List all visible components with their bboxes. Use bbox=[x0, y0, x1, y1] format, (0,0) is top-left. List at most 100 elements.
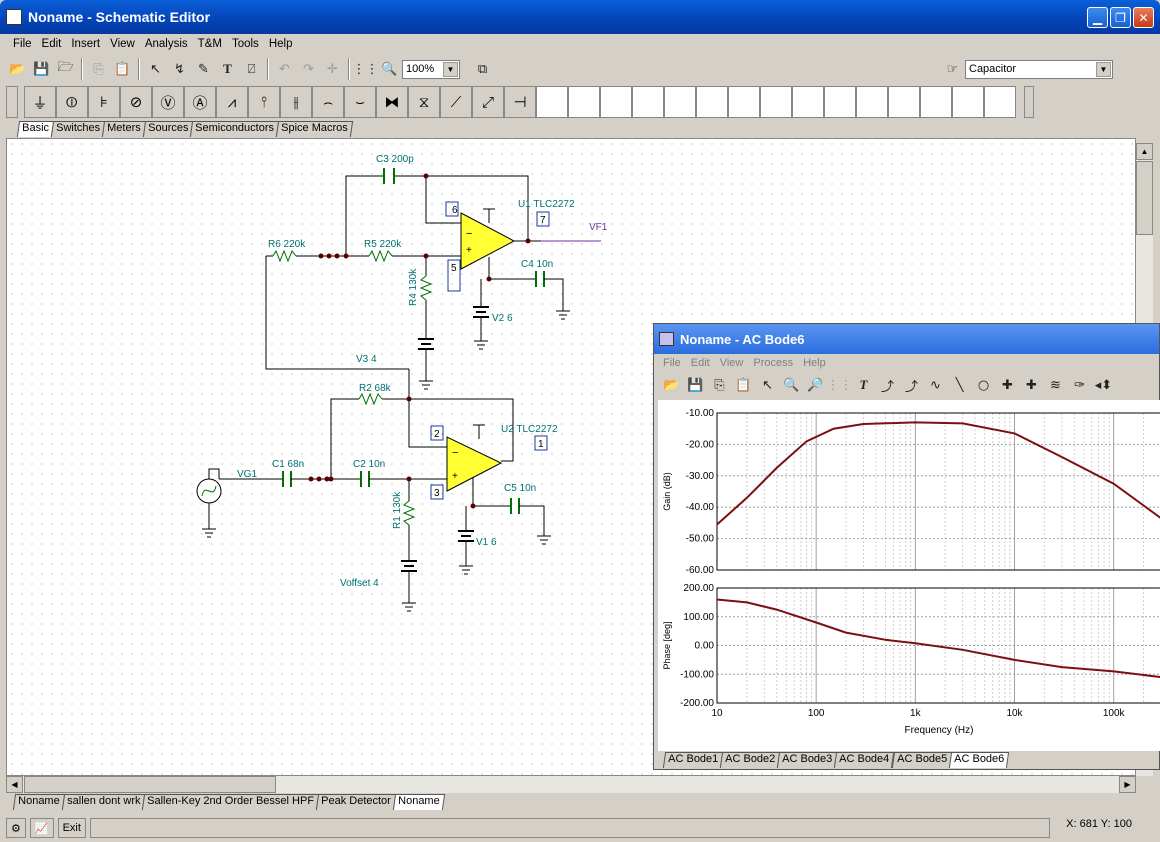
circle-icon[interactable]: ○ bbox=[972, 374, 995, 397]
curve1-icon[interactable]: ⤴ bbox=[876, 374, 899, 397]
bode-menu-help[interactable]: Help bbox=[798, 357, 831, 369]
tab-meters[interactable]: Meters bbox=[101, 121, 146, 137]
voltmeter-icon[interactable]: Ⓥ bbox=[152, 86, 184, 118]
text-icon[interactable]: T bbox=[852, 374, 875, 397]
transformer-icon[interactable]: ⧓ bbox=[376, 86, 408, 118]
bode-menu-view[interactable]: View bbox=[715, 357, 749, 369]
bode-window[interactable]: Noname - AC Bode6 File Edit View Process… bbox=[653, 323, 1160, 770]
copy-icon[interactable]: ⎘ bbox=[87, 58, 110, 81]
label-r5[interactable]: R5 220k bbox=[364, 239, 402, 250]
open-folder-icon[interactable]: 🗁 bbox=[54, 58, 77, 81]
zoom-in-icon[interactable]: 🔍 bbox=[780, 374, 803, 397]
tab-basic[interactable]: Basic bbox=[16, 121, 55, 137]
component-select[interactable]: Capacitor ▼ bbox=[965, 59, 1113, 79]
bode-menu-edit[interactable]: Edit bbox=[686, 357, 715, 369]
label-vf1[interactable]: VF1 bbox=[589, 222, 608, 233]
current-source-icon[interactable]: ⊘ bbox=[120, 86, 152, 118]
battery-icon[interactable]: ⊧ bbox=[88, 86, 120, 118]
analysis-icon[interactable]: ⚙ bbox=[6, 818, 26, 838]
scroll-left-arrow-icon[interactable]: ◀ bbox=[6, 776, 23, 793]
menu-insert[interactable]: Insert bbox=[66, 38, 105, 50]
ground-icon[interactable]: ⏚ bbox=[24, 86, 56, 118]
ammeter-icon[interactable]: Ⓐ bbox=[184, 86, 216, 118]
label-voffset[interactable]: Voffset 4 bbox=[340, 578, 379, 589]
label-r4[interactable]: R4 130k bbox=[408, 268, 419, 306]
wire-icon[interactable]: ↯ bbox=[168, 58, 191, 81]
redo-icon[interactable]: ↷ bbox=[297, 58, 320, 81]
open-icon[interactable]: 📂 bbox=[660, 374, 683, 397]
undo-icon[interactable]: ↶ bbox=[273, 58, 296, 81]
grid-icon[interactable]: ⋮⋮ bbox=[353, 58, 379, 81]
tab-sources[interactable]: Sources bbox=[142, 121, 194, 137]
line-icon[interactable]: ╲ bbox=[948, 374, 971, 397]
paste-icon[interactable]: 📋 bbox=[732, 374, 755, 397]
doc-tab-peak[interactable]: Peak Detector bbox=[315, 794, 396, 810]
select-arrow-icon[interactable]: ↖ bbox=[756, 374, 779, 397]
restore-button[interactable]: ❐ bbox=[1110, 7, 1131, 28]
select-arrow-icon[interactable]: ↖ bbox=[144, 58, 167, 81]
palette-scroll-left[interactable] bbox=[6, 86, 18, 118]
switch-icon[interactable]: ⟋ bbox=[440, 86, 472, 118]
curve-fx-icon[interactable]: ∿ bbox=[924, 374, 947, 397]
zoom-icon[interactable]: 🔍 bbox=[378, 58, 401, 81]
tab-semiconductors[interactable]: Semiconductors bbox=[189, 121, 279, 137]
paste-icon[interactable]: 📋 bbox=[111, 58, 134, 81]
label-c3[interactable]: C3 200p bbox=[376, 154, 414, 165]
scroll-right-arrow-icon[interactable]: ▶ bbox=[1119, 776, 1136, 793]
hand-pointer-icon[interactable]: ☞ bbox=[941, 58, 964, 81]
label-c4[interactable]: C4 10n bbox=[521, 259, 553, 270]
tab-ac-bode1[interactable]: AC Bode1 bbox=[662, 752, 724, 768]
label-vg1[interactable]: VG1 bbox=[237, 469, 257, 480]
component-wizard-icon[interactable]: ⧉ bbox=[471, 58, 494, 81]
scroll-up-arrow-icon[interactable]: ▲ bbox=[1136, 143, 1153, 160]
label-u1[interactable]: U1 TLC2272 bbox=[518, 199, 575, 210]
inductor-icon[interactable]: ⌢ bbox=[312, 86, 344, 118]
label-c1[interactable]: C1 68n bbox=[272, 459, 304, 470]
label-r6[interactable]: R6 220k bbox=[268, 239, 306, 250]
menu-tm[interactable]: T&M bbox=[193, 38, 227, 50]
tab-ac-bode4[interactable]: AC Bode4 bbox=[834, 752, 895, 768]
copy-icon[interactable]: ⎘ bbox=[708, 374, 731, 397]
bode-menu-process[interactable]: Process bbox=[748, 357, 798, 369]
resistor-icon[interactable]: ⩘ bbox=[216, 86, 248, 118]
palette-scroll-right[interactable] bbox=[1024, 86, 1034, 118]
menu-view[interactable]: View bbox=[105, 38, 140, 50]
tab-ac-bode2[interactable]: AC Bode2 bbox=[720, 752, 781, 768]
zoom-100-icon[interactable]: 🔎 bbox=[804, 374, 827, 397]
vertical-scroll-thumb[interactable] bbox=[1136, 161, 1153, 235]
exit-button[interactable]: Exit bbox=[57, 818, 86, 838]
probe-icon[interactable]: ✑ bbox=[1068, 374, 1091, 397]
potentiometer-icon[interactable]: ⫯ bbox=[248, 86, 280, 118]
save-icon[interactable]: 💾 bbox=[30, 58, 53, 81]
variable-inductor-icon[interactable]: ⌣ bbox=[344, 86, 376, 118]
label-c2[interactable]: C2 10n bbox=[353, 459, 385, 470]
label-u2[interactable]: U2 TLC2272 bbox=[501, 424, 558, 435]
cursor-b-icon[interactable]: ✚ bbox=[1020, 374, 1043, 397]
voltage-source-icon[interactable]: ⦶ bbox=[56, 86, 88, 118]
terminal-icon[interactable]: ⊣ bbox=[504, 86, 536, 118]
tab-spice-macros[interactable]: Spice Macros bbox=[275, 121, 353, 137]
chevron-down-icon[interactable]: ▼ bbox=[443, 61, 458, 77]
label-c5[interactable]: C5 10n bbox=[504, 483, 536, 494]
tab-ac-bode3[interactable]: AC Bode3 bbox=[777, 752, 838, 768]
add-curve-icon[interactable]: ≋ bbox=[1044, 374, 1067, 397]
menu-file[interactable]: File bbox=[8, 38, 37, 50]
label-v1[interactable]: V1 6 bbox=[476, 537, 497, 548]
chevron-down-icon[interactable]: ▼ bbox=[1096, 61, 1111, 77]
close-button[interactable]: ✕ bbox=[1133, 7, 1154, 28]
doc-tab-noname[interactable]: Noname bbox=[12, 794, 65, 810]
menu-help[interactable]: Help bbox=[264, 38, 298, 50]
scroll-arrows-icon[interactable]: ◂⬍ bbox=[1092, 374, 1115, 397]
bode-plot-area[interactable]: -10.00 -20.00 -30.00 -40.00 -50.00 -60.00 Gain… bbox=[658, 400, 1160, 751]
doc-tab-sallen-key[interactable]: Sallen-Key 2nd Order Bessel HPF bbox=[141, 794, 319, 810]
grid-icon[interactable]: ⋮⋮ bbox=[827, 374, 853, 397]
menu-tools[interactable]: Tools bbox=[227, 38, 264, 50]
label-r1[interactable]: R1 130k bbox=[392, 491, 403, 529]
horizontal-scroll-thumb[interactable] bbox=[24, 776, 276, 793]
tab-ac-bode5[interactable]: AC Bode5 bbox=[891, 752, 952, 768]
menu-edit[interactable]: Edit bbox=[37, 38, 67, 50]
label-r2[interactable]: R2 68k bbox=[359, 383, 392, 394]
parts-icon[interactable]: ⍁ bbox=[240, 58, 263, 81]
graph-icon[interactable]: 📈 bbox=[29, 818, 54, 838]
cross-icon[interactable]: ✛ bbox=[321, 58, 344, 81]
